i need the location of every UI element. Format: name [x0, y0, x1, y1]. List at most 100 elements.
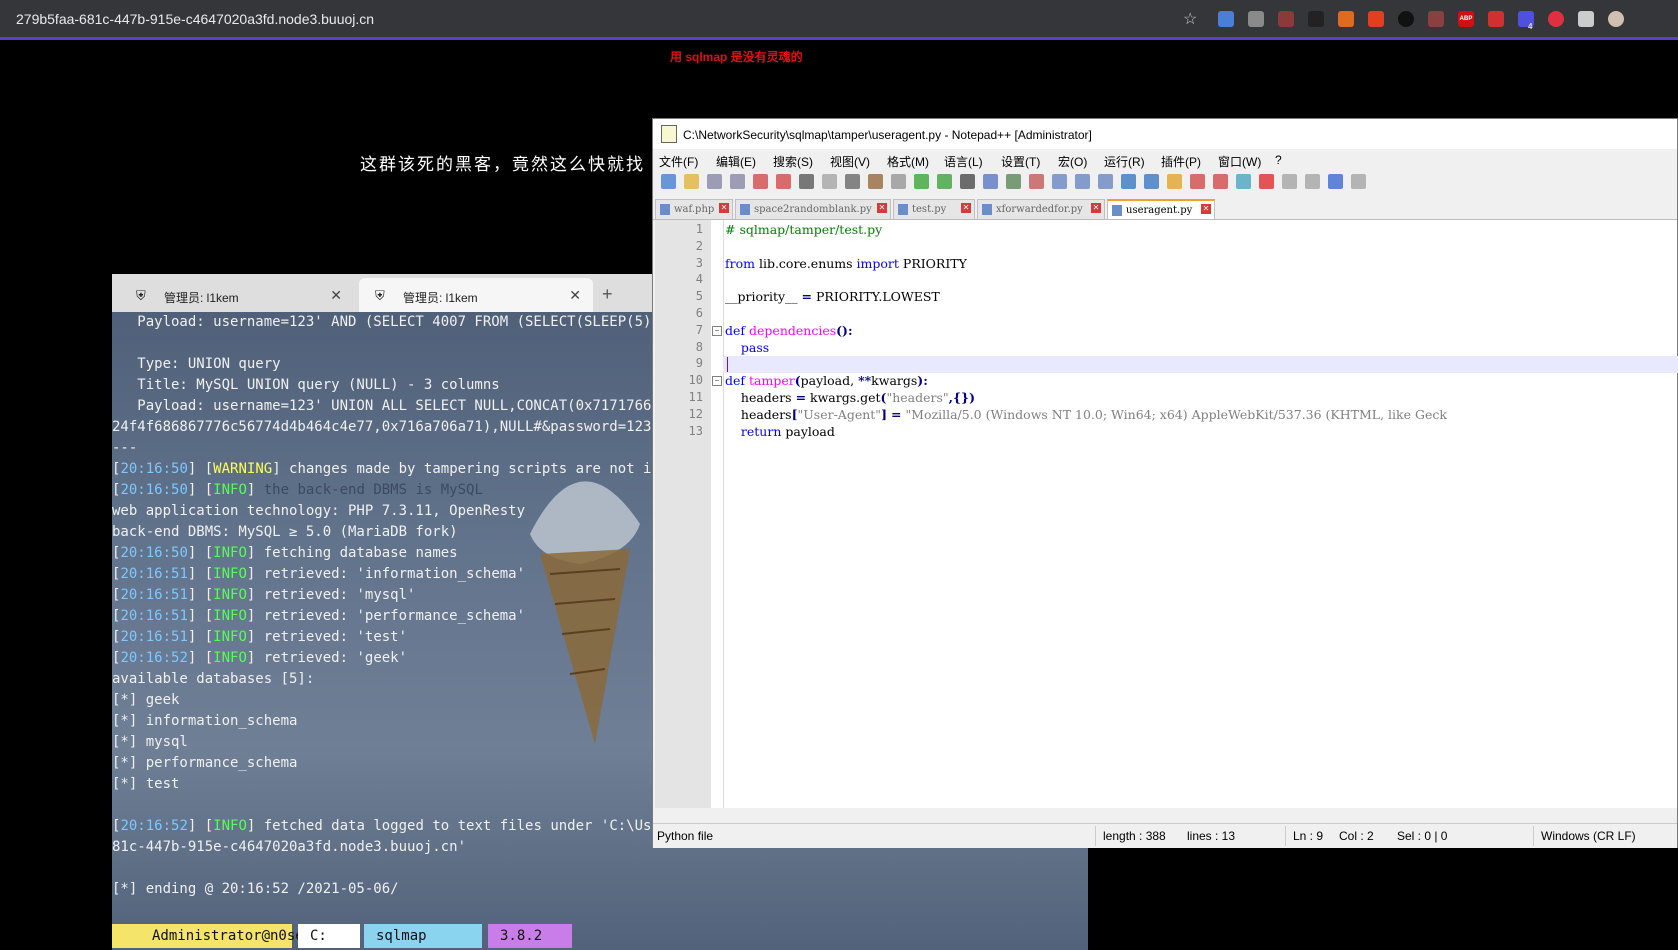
- menu-item[interactable]: 插件(P): [1161, 153, 1201, 170]
- monitor-icon[interactable]: [1236, 174, 1251, 189]
- menu-item[interactable]: 语言(L): [944, 153, 983, 170]
- new-tab-icon[interactable]: +: [602, 284, 613, 305]
- print-icon[interactable]: [799, 174, 814, 189]
- file-tab-label: useragent.py: [1126, 205, 1193, 216]
- translate-icon[interactable]: [1218, 11, 1234, 27]
- terminal-line: [*] information_schema: [112, 713, 298, 729]
- menu-item[interactable]: 格式(M): [887, 153, 929, 170]
- close-icon[interactable]: ✕: [569, 287, 581, 304]
- hat-icon[interactable]: [1428, 11, 1444, 27]
- log-message: fetching database names: [263, 545, 458, 561]
- puzzle-badge-icon[interactable]: 4: [1518, 11, 1534, 31]
- close-all-icon[interactable]: [776, 174, 791, 189]
- replace-icon[interactable]: [960, 174, 975, 189]
- log-message: changes made by tampering scripts are no…: [289, 461, 677, 477]
- url-text[interactable]: 279b5faa-681c-447b-915e-c4647020a3fd.nod…: [16, 11, 374, 27]
- paste-icon[interactable]: [868, 174, 883, 189]
- profile-avatar[interactable]: [1608, 11, 1624, 27]
- save-all-icon[interactable]: [730, 174, 745, 189]
- close-icon[interactable]: ✕: [877, 203, 887, 213]
- close-icon[interactable]: ✕: [1091, 203, 1101, 213]
- doc-map-icon[interactable]: [1167, 174, 1182, 189]
- new-file-icon[interactable]: [661, 174, 676, 189]
- download-icon[interactable]: [1248, 11, 1264, 27]
- folder-icon[interactable]: [1213, 174, 1228, 189]
- bracket: ]: [272, 461, 290, 477]
- log-level: INFO: [213, 650, 247, 666]
- close-icon[interactable]: ✕: [719, 203, 729, 213]
- open-file-icon[interactable]: [684, 174, 699, 189]
- percent-icon[interactable]: [1368, 11, 1384, 27]
- run-macro-icon[interactable]: [1328, 174, 1343, 189]
- window-titlebar[interactable]: C:\NetworkSecurity\sqlmap\tamper\userage…: [653, 119, 1677, 149]
- cut-icon[interactable]: [822, 174, 837, 189]
- zoom-in-icon[interactable]: [983, 174, 998, 189]
- code-token: PRIORITY: [898, 255, 967, 271]
- play-macro-icon[interactable]: [1305, 174, 1320, 189]
- fold-toggle-icon[interactable]: −: [712, 325, 722, 336]
- file-tab[interactable]: useragent.py ✕: [1107, 199, 1215, 219]
- extensions-icon[interactable]: [1578, 11, 1594, 27]
- close-icon[interactable]: ✕: [961, 203, 971, 213]
- show-all-icon[interactable]: [1098, 174, 1113, 189]
- menu-item[interactable]: 设置(T): [1001, 153, 1040, 170]
- menu-item[interactable]: 运行(R): [1104, 153, 1145, 170]
- terminal-line: [20:16:50] [WARNING] changes made by tam…: [112, 459, 677, 480]
- person-icon[interactable]: [1338, 11, 1354, 27]
- menu-item[interactable]: 编辑(E): [716, 153, 756, 170]
- menu-item[interactable]: 搜索(S): [773, 153, 813, 170]
- file-tab[interactable]: test.py ✕: [893, 199, 975, 219]
- sync-h-icon[interactable]: [1052, 174, 1067, 189]
- code-line: def tamper(payload, **kwargs):: [725, 373, 928, 388]
- admin-shield-icon: ⛨: [136, 288, 146, 303]
- log-message: retrieved: 'geek': [263, 650, 408, 666]
- copy-icon[interactable]: [845, 174, 860, 189]
- menu-item[interactable]: 视图(V): [830, 153, 870, 170]
- find-icon[interactable]: [937, 174, 952, 189]
- notepadpp-window[interactable]: C:\NetworkSecurity\sqlmap\tamper\userage…: [652, 118, 1678, 848]
- log-timestamp: 20:16:51: [120, 587, 188, 603]
- close-icon[interactable]: ✕: [1201, 204, 1211, 214]
- fold-toggle-icon[interactable]: −: [712, 376, 722, 387]
- zoom-out-icon[interactable]: [1006, 174, 1021, 189]
- menu-item[interactable]: 宏(O): [1058, 153, 1087, 170]
- file-tab[interactable]: space2randomblank.py ✕: [735, 199, 891, 219]
- save-macro-icon[interactable]: [1351, 174, 1366, 189]
- terminal-line: [20:16:50] [INFO] the back-end DBMS is M…: [112, 480, 483, 501]
- page-red-heading: 用 sqlmap 是没有灵魂的: [670, 50, 803, 64]
- file-tab[interactable]: waf.php ✕: [655, 199, 733, 219]
- record-icon[interactable]: [1548, 11, 1564, 27]
- stop-macro-icon[interactable]: [1282, 174, 1297, 189]
- horizontal-scrollbar[interactable]: [655, 808, 1677, 822]
- terminal-tab-active[interactable]: ⛨ 管理员: l1kem ✕: [359, 278, 593, 312]
- menu-item[interactable]: 窗口(W): [1218, 153, 1261, 170]
- menu-item[interactable]: 文件(F): [659, 153, 698, 170]
- log-level: INFO: [213, 818, 247, 834]
- undo-icon[interactable]: [891, 174, 906, 189]
- log-timestamp: 20:16:50: [120, 482, 188, 498]
- bookmark-star-icon[interactable]: ☆: [1183, 9, 1197, 29]
- indent-guide-icon[interactable]: [1121, 174, 1136, 189]
- cube-icon[interactable]: [1488, 11, 1504, 27]
- code-editor[interactable]: 1 2 3 4 5 6 7 8 9 10 11 12 13 − − # sqlmap/tamper/tes…: [655, 220, 1678, 808]
- save-icon[interactable]: [707, 174, 722, 189]
- glasses-icon[interactable]: [1308, 11, 1324, 27]
- udl-icon[interactable]: [1144, 174, 1159, 189]
- word-wrap-icon[interactable]: [1075, 174, 1090, 189]
- menu-item[interactable]: ?: [1275, 153, 1282, 167]
- line-number: 5: [695, 289, 703, 304]
- record-macro-icon[interactable]: [1259, 174, 1274, 189]
- code-token: # sqlmap/tamper/test.py: [725, 222, 883, 237]
- terminal-tab[interactable]: ⛨ 管理员: l1kem ✕: [120, 278, 354, 312]
- redo-icon[interactable]: [914, 174, 929, 189]
- circle-icon[interactable]: [1398, 11, 1414, 27]
- func-list-icon[interactable]: [1190, 174, 1205, 189]
- abp-icon[interactable]: ABP: [1458, 11, 1474, 27]
- file-tab[interactable]: xforwardedfor.py ✕: [977, 199, 1105, 219]
- line-number: 6: [695, 306, 703, 320]
- sync-v-icon[interactable]: [1029, 174, 1044, 189]
- close-icon[interactable]: ✕: [330, 287, 342, 304]
- close-icon[interactable]: [753, 174, 768, 189]
- sidebar-icon[interactable]: [1278, 11, 1294, 27]
- browser-address-bar[interactable]: 279b5faa-681c-447b-915e-c4647020a3fd.nod…: [0, 0, 1678, 40]
